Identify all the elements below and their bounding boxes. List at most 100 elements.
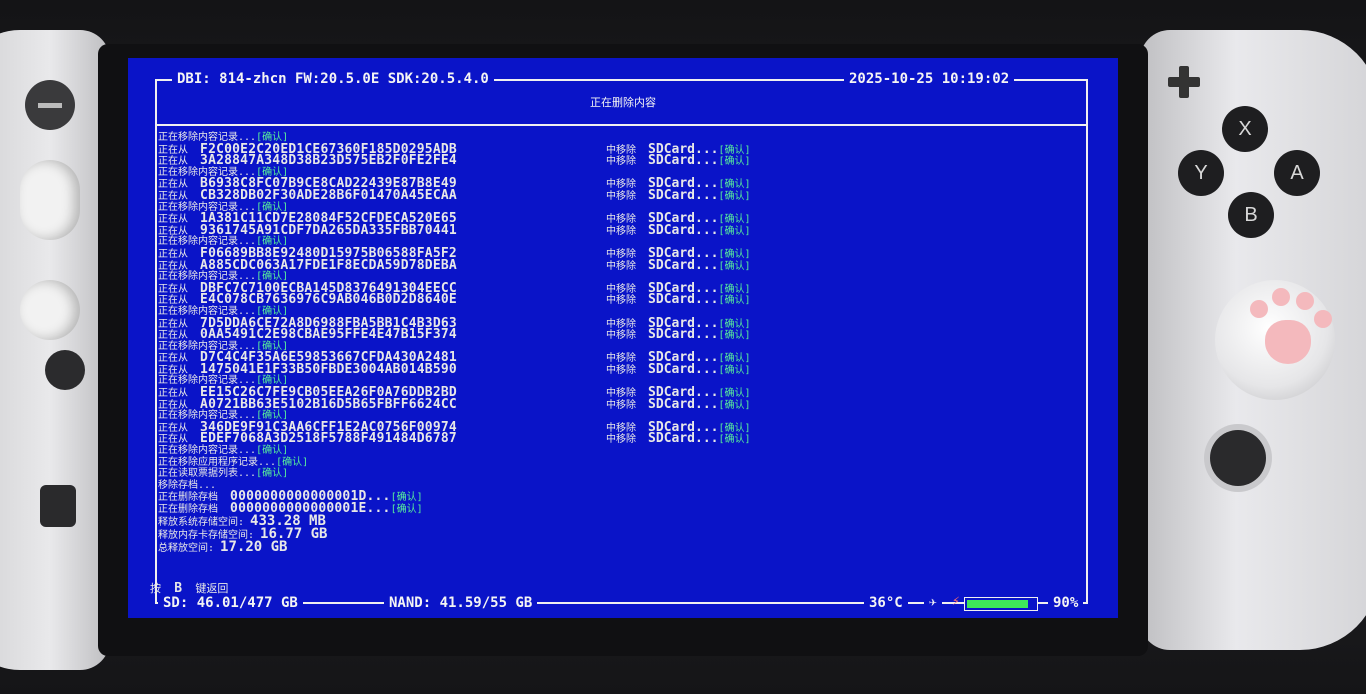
ok-status: [确认]	[718, 399, 751, 411]
ok-status: [确认]	[718, 248, 751, 260]
app-info: DBI: 814-zhcn FW:20.5.0E SDK:20.5.4.0	[172, 70, 494, 88]
ok-status: [确认]	[718, 214, 751, 226]
ok-status: [确认]	[718, 364, 751, 376]
log-line: 正在从 1475041E1F33B50FBDE3004AB014B590 中移除 …	[158, 363, 858, 376]
ok-status: [确认]	[256, 468, 289, 480]
log-prefix: 正在从	[158, 434, 201, 446]
paw-toe-icon	[1250, 300, 1268, 318]
log-line: 正在移除内容记录...[确认]	[158, 445, 858, 457]
ok-status: [确认]	[718, 225, 751, 237]
log-action: 中移除	[606, 399, 649, 411]
freed-label: 释放系统存储空间:	[158, 516, 251, 528]
log-text: 正在读取票据列表...	[158, 468, 257, 480]
log-line: 正在从 9361745A91CDF7DA265DA335FBB70441 中移除 …	[158, 224, 858, 237]
dpad-right-button[interactable]	[45, 350, 85, 390]
log-prefix: 正在从	[158, 295, 201, 307]
ok-status: [确认]	[718, 156, 751, 168]
log-text: 正在移除内容记录...	[158, 445, 257, 457]
log-action: 中移除	[606, 190, 649, 202]
freed-label: 总释放空间:	[158, 542, 221, 554]
paw-toe-icon	[1296, 292, 1314, 310]
log-prefix: 正在从	[158, 283, 201, 295]
log-line: 正在从 E4C078CB7636976C9AB046B0D2D8640E 中移除 …	[158, 293, 858, 307]
log-action: 中移除	[606, 388, 649, 400]
log-prefix: 正在从	[158, 190, 201, 202]
ok-status: [确认]	[390, 492, 423, 504]
log-prefix: 正在从	[158, 422, 201, 434]
ok-status: [确认]	[718, 388, 751, 400]
save-prefix: 正在删除存档	[158, 492, 231, 504]
x-button[interactable]: X	[1222, 106, 1268, 152]
log-text: 正在移除应用程序记录...	[158, 456, 277, 468]
battery-fill	[967, 600, 1028, 608]
ok-status: [确认]	[718, 283, 751, 295]
b-button[interactable]: B	[1228, 192, 1274, 238]
ok-status: [确认]	[718, 144, 751, 156]
log-action: 中移除	[606, 179, 649, 191]
log-line: 正在从 EDEF7068A3D2518F5788F491484D6787 中移除 …	[158, 432, 858, 446]
charging-icon: ⚡	[952, 594, 960, 609]
log-action: 中移除	[606, 214, 649, 226]
y-button[interactable]: Y	[1178, 150, 1224, 196]
home-button[interactable]	[1210, 430, 1266, 486]
log-action: 中移除	[606, 283, 649, 295]
log-line: 正在从 A885CDC063A17FDE1F8ECDA59D78DEBA 中移除 …	[158, 259, 858, 272]
ok-status: [确认]	[718, 353, 751, 365]
log-action: 中移除	[606, 156, 649, 168]
log-prefix: 正在从	[158, 260, 201, 272]
paw-icon	[1265, 320, 1311, 364]
ok-status: [确认]	[276, 456, 309, 468]
log-line: 正在从 0AA5491C2E98CBAE95FFE4E47B15F374 中移除 …	[158, 328, 858, 342]
log-action: 中移除	[606, 295, 649, 307]
log-prefix: 正在从	[158, 156, 201, 168]
log-prefix: 正在从	[158, 179, 201, 191]
paw-toe-icon	[1314, 310, 1332, 328]
log-prefix: 正在从	[158, 214, 201, 226]
ok-status: [确认]	[718, 318, 751, 330]
log-prefix: 正在从	[158, 388, 201, 400]
log-prefix: 正在从	[158, 318, 201, 330]
header-divider	[155, 124, 1086, 126]
left-analog-stick[interactable]	[20, 160, 80, 240]
nand-storage: NAND: 41.59/55 GB	[384, 594, 538, 612]
freed-space: 总释放空间: 17.20 GB	[158, 538, 858, 555]
ok-status: [确认]	[718, 434, 751, 446]
log-action: 中移除	[606, 422, 649, 434]
log-action: 中移除	[606, 353, 649, 365]
log-prefix: 正在从	[158, 248, 201, 260]
ok-status: [确认]	[718, 330, 751, 342]
save-id: 0000000000000001E...	[230, 501, 391, 516]
ok-status: [确认]	[718, 422, 751, 434]
log-line: 正在从 3A28847A348D38B23D575EB2F0FE2FE4 中移除 …	[158, 154, 858, 168]
freed-value: 17.20 GB	[220, 538, 288, 555]
log-line: 正在从 CB328DB02F30ADE28B6F01470A45ECAA 中移除 …	[158, 189, 858, 202]
log-action: 中移除	[606, 225, 649, 237]
datetime: 2025-10-25 10:19:02	[844, 70, 1015, 88]
sd-storage: SD: 46.01/477 GB	[158, 594, 303, 612]
battery-percent: 90%	[1048, 594, 1084, 612]
battery-gauge	[964, 597, 1038, 611]
log-prefix: 正在从	[158, 144, 201, 156]
operation-log: 正在移除内容记录...[确认] 正在从 F2C00E2C20ED1CE67360F…	[158, 132, 858, 554]
page-title: 正在删除内容	[590, 96, 656, 109]
capture-button[interactable]	[40, 485, 76, 527]
ok-status: [确认]	[718, 190, 751, 202]
a-button[interactable]: A	[1274, 150, 1320, 196]
log-prefix: 正在从	[158, 330, 201, 342]
plus-button[interactable]	[1168, 66, 1200, 98]
dpad-up-button[interactable]	[20, 280, 80, 340]
log-action: 中移除	[606, 318, 649, 330]
log-action: 中移除	[606, 434, 649, 446]
log-line: 正在从 A0721BB63E5102B16D5B65FBFF6624CC 中移除 …	[158, 398, 858, 411]
log-action: 中移除	[606, 364, 649, 376]
left-joycon	[0, 30, 110, 670]
log-action: 中移除	[606, 248, 649, 260]
ok-status: [确认]	[256, 445, 289, 457]
minus-button[interactable]	[25, 80, 75, 130]
log-line: 正在读取票据列表...[确认]	[158, 468, 858, 480]
log-action: 中移除	[606, 260, 649, 272]
airplane-icon: ✈	[924, 594, 942, 612]
paw-toe-icon	[1272, 288, 1290, 306]
ok-status: [确认]	[718, 295, 751, 307]
log-action: 中移除	[606, 144, 649, 156]
